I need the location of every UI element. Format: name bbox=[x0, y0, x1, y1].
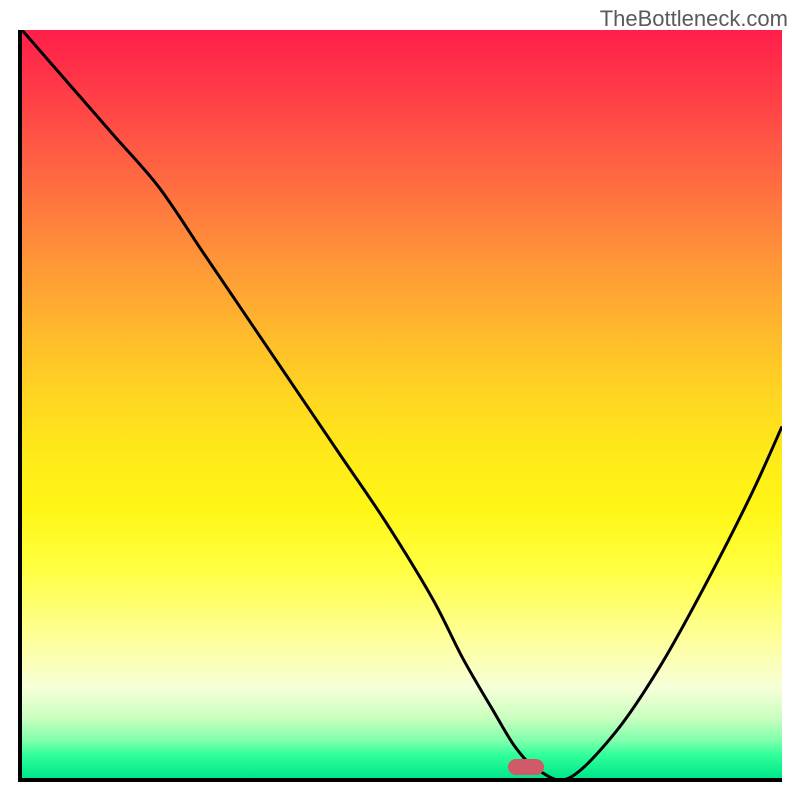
chart-area bbox=[18, 30, 782, 782]
optimal-point-marker bbox=[508, 759, 544, 775]
curve-plot bbox=[22, 30, 782, 778]
bottleneck-curve-path bbox=[22, 30, 782, 778]
watermark-text: TheBottleneck.com bbox=[600, 6, 788, 32]
